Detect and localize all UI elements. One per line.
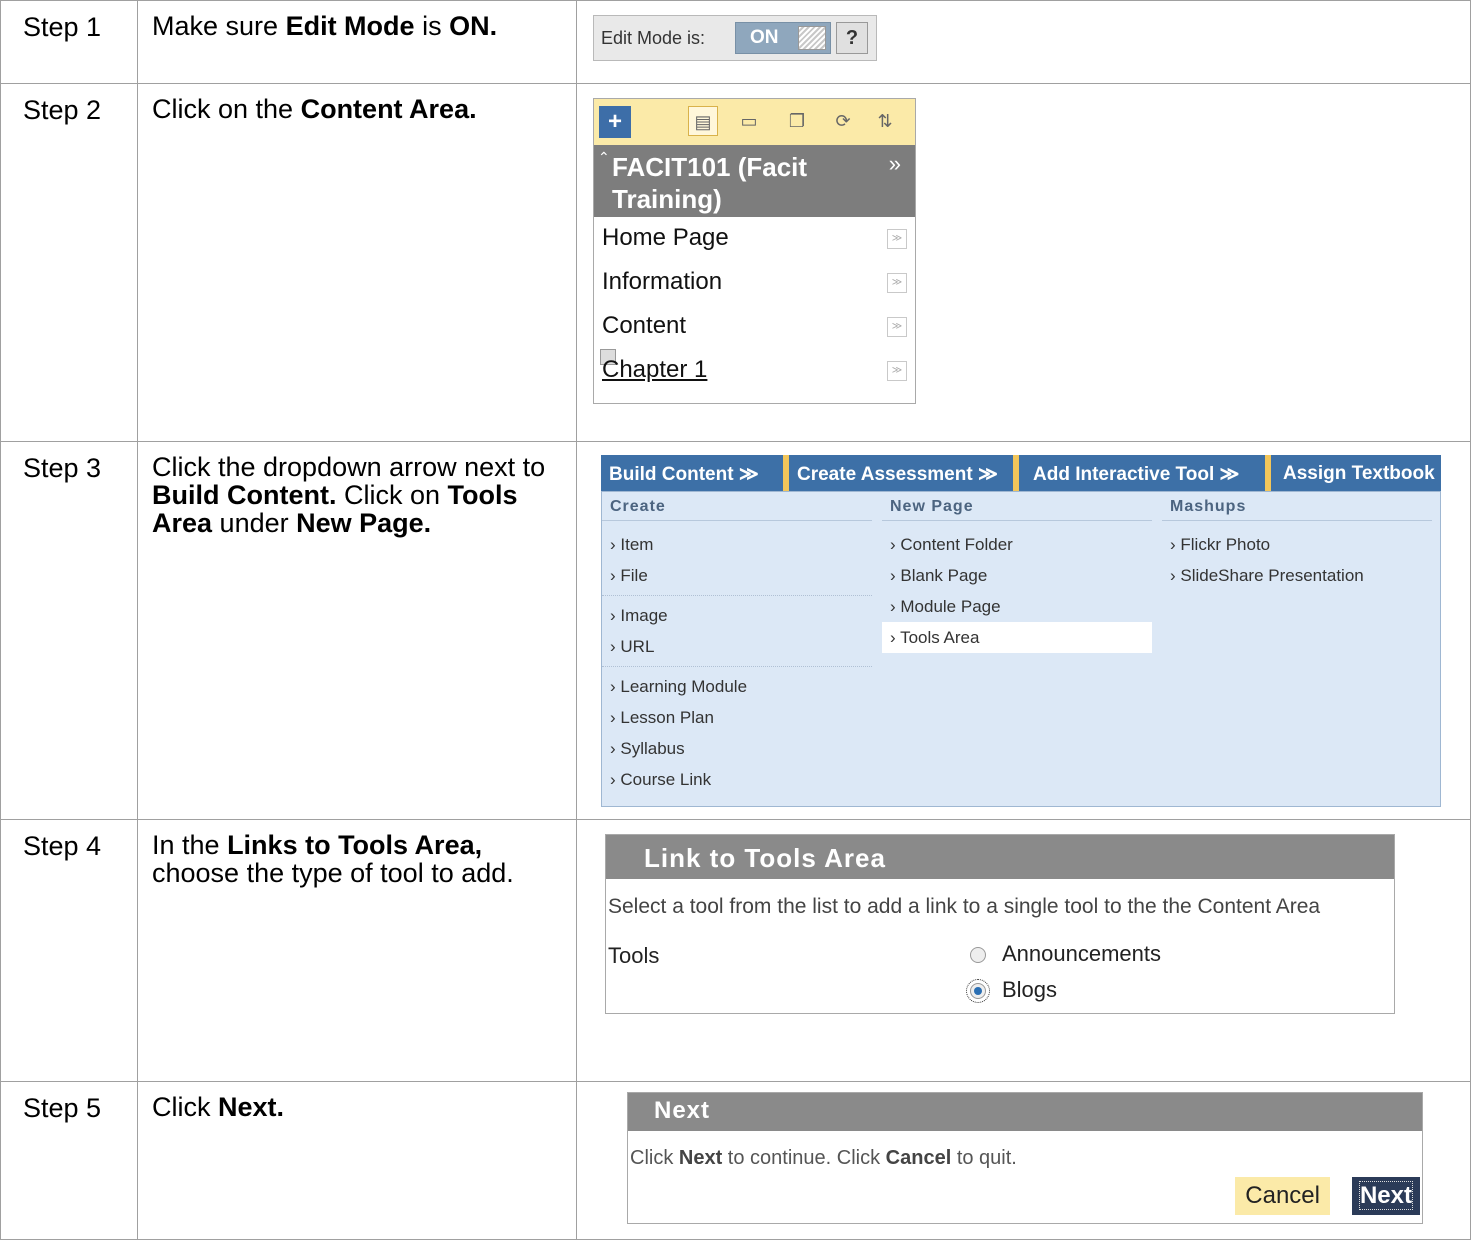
menu-option[interactable]: › SlideShare Presentation xyxy=(1162,560,1432,591)
column-header: Create xyxy=(602,492,872,521)
step-number: Step 1 xyxy=(23,12,102,42)
menu-option[interactable]: › Flickr Photo xyxy=(1162,529,1432,560)
create-column: Create › Item › File › Image › URL › Learning… xyxy=(602,492,872,795)
chevron-down-icon: ≫ xyxy=(738,464,759,485)
build-content-menu-button[interactable]: Build Content ≫ xyxy=(609,463,759,486)
step-instruction: Click the dropdown arrow next to Build C… xyxy=(152,452,546,538)
step-row: Step 5 Click Next. Next Click Next to co… xyxy=(0,1081,1471,1240)
menu-option[interactable]: › Course Link xyxy=(602,764,872,795)
help-button[interactable]: ? xyxy=(836,22,868,54)
course-menu-item[interactable]: Content ≫ xyxy=(594,305,915,349)
course-menu-item[interactable]: Home Page ≫ xyxy=(594,217,915,261)
menu-option[interactable]: › Lesson Plan xyxy=(602,702,872,733)
link-to-tools-area-panel: Link to Tools Area Select a tool from th… xyxy=(605,834,1395,1014)
window-icon[interactable]: ❐ xyxy=(786,110,808,132)
item-options-chevron-icon[interactable]: ≫ xyxy=(887,273,907,293)
build-content-menu: Build Content ≫ Create Assessment ≫ Add … xyxy=(601,455,1441,807)
menu-toolbar: + ▤ ▭ ❐ ⟳ ⇅ xyxy=(594,99,915,145)
step-number: Step 2 xyxy=(23,95,102,125)
radio-button[interactable] xyxy=(970,947,986,963)
menu-option[interactable]: › Syllabus xyxy=(602,733,872,764)
course-menu-item[interactable]: Information ≫ xyxy=(594,261,915,305)
panel-description: Select a tool from the list to add a lin… xyxy=(608,895,1321,918)
chevron-down-icon: ≫ xyxy=(1219,464,1240,485)
menu-option[interactable]: › File xyxy=(602,560,872,591)
blogs-option[interactable]: Blogs xyxy=(966,977,1057,1003)
column-header: Mashups xyxy=(1162,492,1432,521)
folder-view-icon[interactable]: ▭ xyxy=(738,110,760,132)
course-menu-item[interactable]: Chapter 1 ≫ xyxy=(594,349,915,393)
course-menu-header: ⌃ FACIT101 (Facit Training) » xyxy=(594,145,915,217)
new-page-column: New Page › Content Folder › Blank Page › Mo… xyxy=(882,492,1152,653)
step-instruction: Click Next. xyxy=(152,1092,285,1122)
step-row: Step 2 Click on the Content Area. + ▤ ▭ … xyxy=(0,83,1471,442)
add-interactive-tool-menu-button[interactable]: Add Interactive Tool ≫ xyxy=(1033,463,1239,486)
chevron-down-icon: ≫ xyxy=(977,464,998,485)
next-button[interactable]: Next xyxy=(1351,1177,1420,1215)
step-number: Step 3 xyxy=(23,453,102,483)
edit-mode-label: Edit Mode is: xyxy=(601,28,706,48)
edit-mode-switch[interactable]: ON xyxy=(735,22,831,54)
menu-option[interactable]: › Item xyxy=(602,529,872,560)
menu-item-label[interactable]: Content xyxy=(602,312,686,340)
sort-icon[interactable]: ⇅ xyxy=(874,110,896,132)
menu-option[interactable]: › Blank Page xyxy=(882,560,1152,591)
step-instruction: Make sure Edit Mode is ON. xyxy=(152,11,498,41)
list-view-icon[interactable]: ▤ xyxy=(688,106,718,136)
item-options-chevron-icon[interactable]: ≫ xyxy=(887,317,907,337)
menu-item-label[interactable]: Information xyxy=(602,268,722,296)
assign-textbook-menu-button[interactable]: Assign Textbook xyxy=(1283,463,1435,485)
build-content-dropdown: Create › Item › File › Image › URL › Learning… xyxy=(601,491,1441,807)
announcements-option[interactable]: Announcements xyxy=(970,941,1161,967)
edit-mode-toggle: Edit Mode is: ON ? xyxy=(593,15,877,61)
collapse-chevron-icon[interactable]: ⌃ xyxy=(598,149,610,166)
panel-title: Link to Tools Area xyxy=(606,835,1394,879)
course-title: FACIT101 (Facit Training) xyxy=(612,152,808,214)
next-panel: Next Click Next to continue. Click Cance… xyxy=(627,1092,1423,1224)
menu-option[interactable]: › Content Folder xyxy=(882,529,1152,560)
step-number: Step 4 xyxy=(23,831,102,861)
menu-option[interactable]: › Module Page xyxy=(882,591,1152,622)
menu-item-label[interactable]: Chapter 1 xyxy=(602,356,707,384)
toggle-handle-icon xyxy=(798,26,826,50)
cancel-button[interactable]: Cancel xyxy=(1235,1177,1330,1215)
column-header: New Page xyxy=(882,492,1152,521)
tools-field-label: Tools xyxy=(608,943,660,968)
steps-table: Step 1 Make sure Edit Mode is ON. Edit M… xyxy=(0,0,1471,1240)
step-instruction: Click on the Content Area. xyxy=(152,94,477,124)
course-menu: + ▤ ▭ ❐ ⟳ ⇅ ⌃ FACIT101 (Facit Training) … xyxy=(593,98,916,404)
menu-option[interactable]: › URL xyxy=(602,631,872,662)
menu-option[interactable]: › Tools Area xyxy=(882,622,1152,653)
expand-arrow-icon[interactable]: » xyxy=(889,151,901,177)
create-assessment-menu-button[interactable]: Create Assessment ≫ xyxy=(797,463,998,486)
edit-mode-state: ON xyxy=(750,27,779,48)
step-row: Step 4 In the Links to Tools Area, choos… xyxy=(0,819,1471,1082)
item-options-chevron-icon[interactable]: ≫ xyxy=(887,361,907,381)
menu-option[interactable]: › Learning Module xyxy=(602,671,872,702)
mashups-column: Mashups › Flickr Photo › SlideShare Presen… xyxy=(1162,492,1432,591)
item-options-chevron-icon[interactable]: ≫ xyxy=(887,229,907,249)
step-number: Step 5 xyxy=(23,1093,102,1123)
refresh-icon[interactable]: ⟳ xyxy=(832,110,854,132)
panel-description: Click Next to continue. Click Cancel to … xyxy=(630,1147,1017,1169)
menu-item-label[interactable]: Home Page xyxy=(602,224,729,252)
step-row: Step 1 Make sure Edit Mode is ON. Edit M… xyxy=(0,0,1471,84)
content-action-bar: Build Content ≫ Create Assessment ≫ Add … xyxy=(601,455,1441,491)
menu-option[interactable]: › Image xyxy=(602,600,872,631)
add-menu-item-icon[interactable]: + xyxy=(599,106,631,138)
panel-title: Next xyxy=(628,1093,1422,1131)
step-row: Step 3 Click the dropdown arrow next to … xyxy=(0,441,1471,820)
step-instruction: In the Links to Tools Area, choose the t… xyxy=(152,830,514,888)
radio-button-selected[interactable] xyxy=(966,979,990,1003)
